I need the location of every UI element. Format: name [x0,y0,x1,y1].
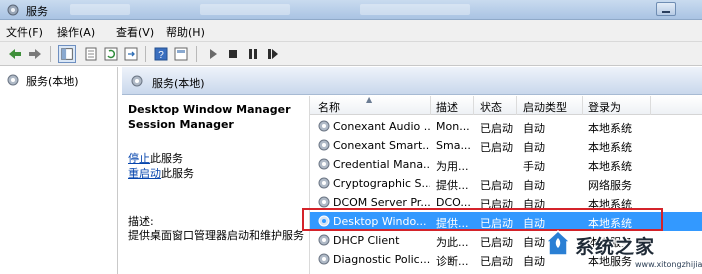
toolbar: ? [0,42,702,66]
cell-description: 提供... [436,179,469,192]
title-bar: 服务 [0,0,702,20]
table-row[interactable]: Conexant Smart... Sma... 已启动 自动 本地系统 [310,136,702,155]
toolbar-separator [196,46,197,62]
svg-text:?: ? [158,50,164,61]
cell-description: 为用... [436,160,469,173]
cell-startup-type: 自动 [523,179,545,192]
gear-icon [318,177,330,189]
column-divider[interactable] [582,96,583,115]
column-header-name[interactable]: 名称 [318,99,340,115]
cell-log-on-as: 本地系统 [588,141,632,154]
cell-startup-type: 自动 [523,141,545,154]
column-header-description[interactable]: 描述 [436,99,458,115]
toolbar-separator [145,46,146,62]
services-header: 服务(本地) [122,67,702,95]
toolbar-separator [50,46,51,62]
restart-service-text: 此服务 [161,167,194,180]
watermark-brand: 系统之家 [575,236,656,258]
forward-arrow-icon[interactable] [26,45,44,63]
cell-name: Credential Mana... [333,158,430,171]
cell-status: 已启动 [480,236,513,249]
service-detail-pane: Desktop Window Manager Session Manager 停… [122,96,308,274]
gear-icon [318,158,330,170]
cell-name: DHCP Client [333,234,400,247]
gear-icon [318,139,330,151]
window-title: 服务 [26,5,48,18]
start-icon[interactable] [204,45,222,63]
gear-icon [7,74,19,86]
tree-item-label: 服务(本地) [26,75,79,88]
title-decoration [70,4,130,15]
services-header-label: 服务(本地) [152,77,205,90]
service-title: Desktop Window Manager Session Manager [128,103,291,131]
cell-log-on-as: 本地系统 [588,122,632,135]
column-divider[interactable] [516,96,517,115]
watermark-url: www.xitongzhijia.net [635,260,702,269]
table-row[interactable]: Credential Mana... 为用... 手动 本地系统 [310,155,702,174]
description-text: 提供桌面窗口管理器启动和维护服务 [128,229,304,242]
export-icon[interactable] [122,45,140,63]
column-divider[interactable] [473,96,474,115]
console-tree-icon[interactable] [58,45,76,63]
cell-startup-type: 手动 [523,160,545,173]
details-view-icon[interactable] [82,45,100,63]
gear-icon [318,253,330,265]
cell-status: 已启动 [480,255,513,268]
menu-action[interactable]: 操作(A) [57,24,95,40]
gear-icon [318,234,330,246]
table-row[interactable]: Cryptographic S... 提供... 已启动 自动 网络服务 [310,174,702,193]
stop-service-link[interactable]: 停止 [128,152,150,165]
table-row[interactable]: Conexant Audio ... Mon... 已启动 自动 本地系统 [310,117,702,136]
gear-icon [318,120,330,132]
restart-icon[interactable] [264,45,282,63]
stop-service-text: 此服务 [150,152,183,165]
menu-file[interactable]: 文件(F) [6,24,43,40]
cell-description: 为此... [436,236,469,249]
restart-service-line: 重启动此服务 [128,165,194,181]
cell-log-on-as: 网络服务 [588,179,632,192]
gear-icon [131,75,143,87]
stop-icon[interactable] [224,45,242,63]
pause-icon[interactable] [244,45,262,63]
title-decoration [360,4,470,15]
column-header-status[interactable]: 状态 [480,99,502,115]
title-decoration [200,4,290,15]
services-app-icon [7,4,19,16]
back-arrow-icon[interactable] [6,45,24,63]
cell-status: 已启动 [480,179,513,192]
tree-item-services-local[interactable]: 服务(本地) [4,72,112,88]
cell-startup-type: 自动 [523,122,545,135]
menu-bar: 文件(F) 操作(A) 查看(V) 帮助(H) [0,20,702,42]
cell-name: Cryptographic S... [333,177,430,190]
cell-log-on-as: 本地系统 [588,160,632,173]
restart-service-link[interactable]: 重启动 [128,167,161,180]
console-tree: 服务(本地) [0,67,118,274]
cell-description: Mon... [436,120,470,133]
minimize-icon[interactable] [656,2,676,16]
column-divider[interactable] [650,96,651,115]
cell-status: 已启动 [480,141,513,154]
stop-service-line: 停止此服务 [128,150,183,166]
refresh-icon[interactable] [102,45,120,63]
cell-name: Diagnostic Polic... [333,253,430,266]
list-header: ▲ 名称 描述 状态 启动类型 登录为 [310,95,702,115]
menu-view[interactable]: 查看(V) [116,24,154,40]
help-icon[interactable]: ? [152,45,170,63]
sort-arrow-icon: ▲ [366,95,373,104]
cell-description: 诊断... [436,255,469,268]
properties-icon[interactable] [172,45,190,63]
cell-status: 已启动 [480,122,513,135]
cell-description: Sma... [436,139,470,152]
watermark-logo: 系统之家 www.xitongzhijia.net [543,224,702,274]
cell-name: Conexant Smart... [333,139,430,152]
column-header-startup-type[interactable]: 启动类型 [523,99,567,115]
column-header-log-on-as[interactable]: 登录为 [588,99,621,115]
gear-icon [318,196,330,208]
column-divider[interactable] [430,96,431,115]
menu-help[interactable]: 帮助(H) [166,24,205,40]
cell-name: Conexant Audio ... [333,120,430,133]
house-logo-icon [544,229,572,256]
